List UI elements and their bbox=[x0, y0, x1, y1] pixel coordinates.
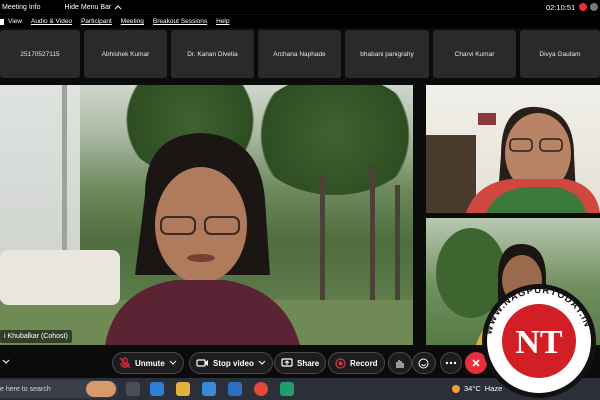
raise-hand-button[interactable] bbox=[388, 352, 412, 374]
share-label: Share bbox=[297, 358, 320, 368]
microsoft-store-icon[interactable] bbox=[202, 382, 216, 396]
more-dots-icon bbox=[445, 361, 457, 365]
participant-tile[interactable]: Divya Gautam bbox=[520, 30, 600, 78]
participant-tile[interactable]: Charvi Kumar bbox=[433, 30, 516, 78]
window-status-icon[interactable] bbox=[590, 3, 598, 11]
chevron-up-icon bbox=[114, 5, 122, 10]
window-title-bar: Meeting Info Hide Menu Bar 02:10:51 bbox=[0, 0, 600, 14]
taskbar-search-placeholder: e here to search bbox=[0, 385, 51, 393]
unmute-label: Unmute bbox=[135, 358, 165, 368]
participant-strip: 25170527115 Abhishek Kumar Dr. Kanan Div… bbox=[0, 30, 600, 80]
tree-trunk bbox=[320, 175, 325, 305]
record-label: Record bbox=[350, 358, 378, 368]
tree-trunk bbox=[370, 165, 375, 305]
task-view-icon[interactable] bbox=[126, 382, 140, 396]
participant-tile[interactable]: 25170527115 bbox=[0, 30, 80, 78]
record-icon bbox=[335, 357, 346, 369]
participant-video-tile[interactable] bbox=[426, 85, 600, 213]
chrome-browser-icon[interactable] bbox=[254, 382, 268, 396]
stop-video-label: Stop video bbox=[213, 358, 254, 368]
reactions-button[interactable] bbox=[412, 352, 436, 374]
meeting-clock: 02:10:51 bbox=[546, 3, 576, 12]
record-button[interactable]: Record bbox=[328, 352, 385, 374]
menu-bar: View Audio & Video Participant Meeting B… bbox=[0, 15, 600, 28]
webex-app-icon[interactable] bbox=[280, 382, 294, 396]
more-options-button[interactable] bbox=[440, 352, 462, 374]
unmute-button[interactable]: Unmute bbox=[112, 352, 184, 374]
participant-tile[interactable]: Archana Naphade bbox=[258, 30, 341, 78]
participant-video-person bbox=[466, 106, 600, 213]
sun-haze-icon bbox=[452, 384, 460, 393]
hide-menu-bar-button[interactable]: Hide Menu Bar bbox=[65, 4, 123, 11]
participant-tile[interactable]: bhabani panigrahy bbox=[345, 30, 429, 78]
menu-item-view[interactable]: View bbox=[8, 18, 22, 25]
chevron-down-icon[interactable] bbox=[2, 359, 10, 365]
menu-item-meeting[interactable]: Meeting bbox=[121, 18, 144, 25]
microphone-muted-icon bbox=[119, 357, 131, 369]
menu-item-breakout-sessions[interactable]: Breakout Sessions bbox=[153, 18, 207, 25]
hide-menu-bar-label: Hide Menu Bar bbox=[64, 3, 112, 11]
hand-icon bbox=[396, 359, 404, 368]
meeting-info-button[interactable]: Meeting Info bbox=[2, 4, 41, 11]
file-explorer-icon[interactable] bbox=[176, 382, 190, 396]
search-highlight-icon bbox=[86, 381, 116, 397]
mail-icon[interactable] bbox=[228, 382, 242, 396]
chevron-down-icon[interactable] bbox=[169, 360, 177, 366]
watermark-logo-letters: NT bbox=[515, 324, 563, 361]
menu-item-participant[interactable]: Participant bbox=[81, 18, 112, 25]
edge-browser-icon[interactable] bbox=[150, 382, 164, 396]
menu-item-audio-video[interactable]: Audio & Video bbox=[31, 18, 72, 25]
window-menu-icon[interactable] bbox=[0, 18, 6, 26]
main-video-name-label: i Khubalkar (Cohost) bbox=[0, 330, 72, 343]
participant-video-person bbox=[105, 133, 300, 345]
chevron-down-icon[interactable] bbox=[258, 360, 266, 366]
share-button[interactable]: Share bbox=[274, 352, 327, 374]
video-camera-icon bbox=[196, 359, 208, 367]
main-video[interactable]: i Khubalkar (Cohost) bbox=[0, 85, 413, 345]
nagpur-today-watermark-logo: WWW.NAGPURTODAY.IN NT bbox=[482, 284, 596, 398]
tree-trunk bbox=[395, 185, 400, 305]
share-screen-icon bbox=[281, 358, 293, 367]
menu-item-help[interactable]: Help bbox=[216, 18, 229, 25]
participant-tile[interactable]: Dr. Kanan Divetia bbox=[171, 30, 254, 78]
participant-tile[interactable]: Abhishek Kumar bbox=[84, 30, 167, 78]
smiley-icon bbox=[418, 358, 429, 368]
stop-video-button[interactable]: Stop video bbox=[189, 352, 273, 374]
recording-indicator-icon bbox=[579, 3, 587, 11]
